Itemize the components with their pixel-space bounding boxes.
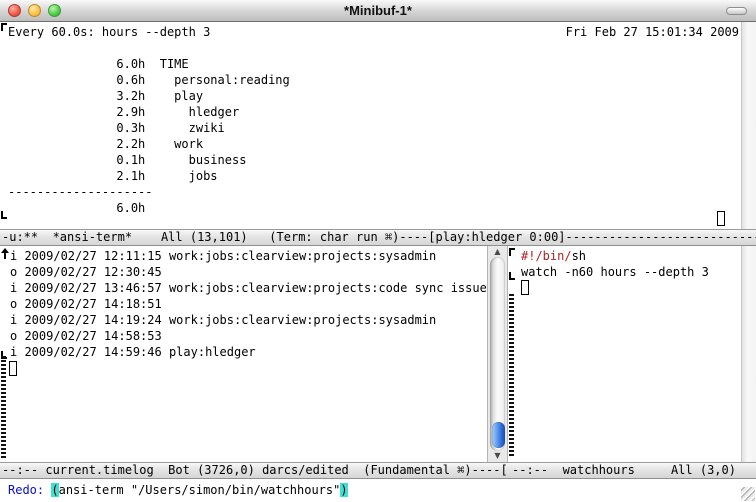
script-cursor [521,280,529,295]
toolbar-toggle-button[interactable] [726,7,747,15]
buffer-end-fringe-icon [509,272,515,280]
open-paren-highlight: ( [51,483,58,497]
scroll-down-arrow-icon[interactable]: ▼ [488,451,507,461]
redo-command: ansi-term "/Users/simon/bin/watchhours" [59,483,341,497]
redo-prompt: Redo: [8,483,51,497]
resize-grip[interactable] [741,487,755,501]
watch-timestamp: Fri Feb 27 15:01:34 2009 [566,24,739,40]
watch-line: watch -n60 hours --depth 3 [521,264,709,280]
modeline-watchhours[interactable]: --:-- watchhours All (3,0) [508,462,756,479]
buffer-top-fringe-icon [1,23,7,31]
scroll-up-arrow-icon[interactable]: ▲ [488,247,507,257]
modeline-ansi-term[interactable]: -u:** *ansi-term* All (13,101) (Term: ch… [0,229,756,246]
hours-report[interactable]: 6.0h TIME 0.6h personal:reading 3.2h pla… [8,40,290,216]
shebang-path: #!/bin/ [521,249,572,263]
terminal-cursor [717,211,725,226]
empty-lines-fringe-icon [1,356,6,460]
timelog-window[interactable]: i 2009/02/27 12:11:15 work:jobs:clearvie… [0,246,487,462]
minibuffer[interactable]: Redo: (ansi-term "/Users/simon/bin/watch… [0,479,756,502]
buffer-top-fringe-icon [509,248,515,256]
scrollbar-thumb[interactable] [492,422,505,448]
timelog-cursor [9,361,17,376]
timelog-entries[interactable]: i 2009/02/27 12:11:15 work:jobs:clearvie… [10,248,487,360]
watchhours-window[interactable]: #!/bin/sh watch -n60 hours --depth 3 [508,246,741,462]
minibuffer-message: Redo: (ansi-term "/Users/simon/bin/watch… [8,482,348,498]
term-scrollbar-track[interactable] [741,22,756,229]
ansi-term-window[interactable]: Every 60.0s: hours --depth 3 Fri Feb 27 … [0,22,756,229]
watch-command-header: Every 60.0s: hours --depth 3 [8,24,210,40]
shebang-line: #!/bin/sh [521,248,709,264]
window-title: *Minibuf-1* [0,0,756,22]
buffer-end-fringe-icon [1,211,7,219]
shebang-interp: sh [572,249,586,263]
modeline-timelog[interactable]: --:-- current.timelog Bot (3726,0) darcs… [0,462,508,479]
titlebar[interactable]: *Minibuf-1* [0,0,756,22]
empty-lines-fringe-icon [509,294,514,458]
text-above-fringe-icon [0,248,9,260]
script-scrollbar-track[interactable] [741,246,756,462]
emacs-frame: *Minibuf-1* Every 60.0s: hours --depth 3… [0,0,756,502]
close-paren-highlight: ) [340,483,347,497]
script-source[interactable]: #!/bin/sh watch -n60 hours --depth 3 [521,248,709,280]
timelog-scrollbar[interactable]: ▲ ▼ [487,246,508,462]
